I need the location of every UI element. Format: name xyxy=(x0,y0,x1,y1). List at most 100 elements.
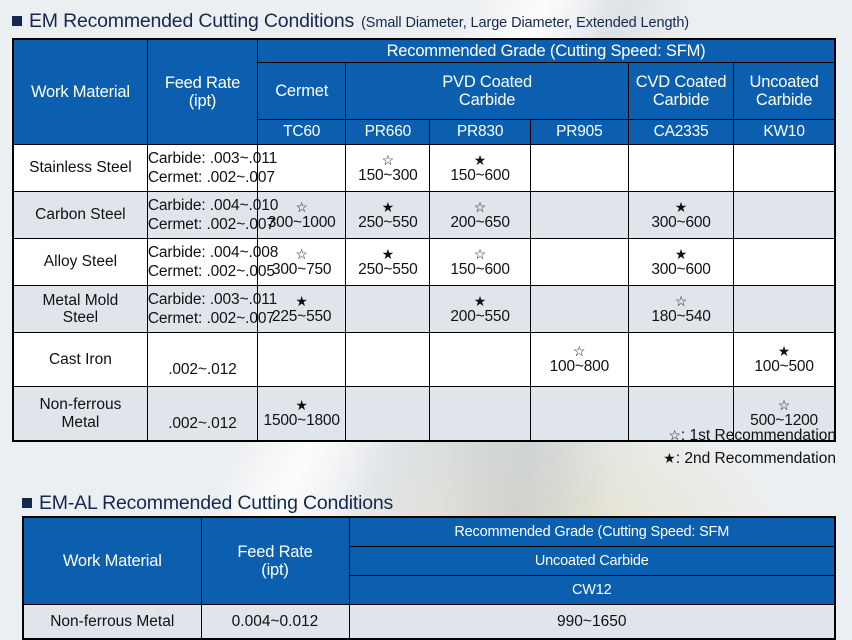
speed-range-value: 1500~1800 xyxy=(263,412,340,430)
cell-pr830-metal-mold-steel: ★ 200~550 xyxy=(429,285,531,333)
cell-pr905-stainless-steel xyxy=(529,144,629,192)
cvd-line1: CVD Coated xyxy=(635,72,727,91)
col-header-grade-pr905: PR905 xyxy=(529,119,629,145)
feed-rate-label: Feed Rate xyxy=(164,73,241,92)
cell-kw10-metal-mold-steel xyxy=(733,285,836,333)
col-header-feed-rate-2: Feed Rate (ipt) xyxy=(200,516,350,605)
speed-range-value: 300~600 xyxy=(651,213,711,231)
speed-range-value: 250~550 xyxy=(358,213,418,231)
feed-line-2: Cermet: .002~.007 xyxy=(147,169,275,186)
cell-pr660-alloy-steel: ★ 250~550 xyxy=(345,238,431,286)
section1-title-main: EM Recommended Cutting Conditions xyxy=(29,10,355,32)
filled-star-icon: ★ xyxy=(777,343,791,360)
cell-material-non-ferrous-metal: Non-ferrous Metal xyxy=(22,604,202,640)
speed-range-value: 100~500 xyxy=(754,358,814,376)
cell-kw10-alloy-steel xyxy=(733,238,836,286)
feed-line-2: Cermet: .002~.007 xyxy=(147,216,275,233)
section2-title-main: EM-AL Recommended Cutting Conditions xyxy=(39,492,394,514)
cell-material-cast-iron: Cast Iron xyxy=(12,332,148,387)
filled-star-icon: ★ xyxy=(473,292,487,309)
speed-range-value: 225~550 xyxy=(271,307,332,325)
speed-range-value: 150~600 xyxy=(450,166,510,184)
cell-feed-rate-cast-iron: .002~.012 xyxy=(146,332,259,387)
cell-pr905-metal-mold-steel xyxy=(529,285,629,333)
cell-kw10-stainless-steel xyxy=(733,144,836,192)
table1-head: Work Material Feed Rate (ipt) Recommende… xyxy=(12,38,836,145)
table-row: Alloy Steel Carbide: .004~.008 Cermet: .00… xyxy=(12,238,836,286)
table2-body: Non-ferrous Metal 0.004~0.012 990~1650 xyxy=(22,604,836,640)
col-header-cermet: Cermet xyxy=(257,62,347,120)
col-header-recommended-grade: Recommended Grade (Cutting Speed: SFM) xyxy=(257,38,836,63)
rating-cell: ☆ 200~650 xyxy=(430,199,529,231)
legend-text-1st: : 1st Recommendation xyxy=(680,427,836,444)
cell-material-stainless-steel: Stainless Steel xyxy=(12,144,148,192)
speed-range-value: 300~600 xyxy=(651,260,711,278)
rating-cell: ★ 250~550 xyxy=(346,199,429,231)
section1-title-sub: (Small Diameter, Large Diameter, Extende… xyxy=(361,15,690,31)
hollow-star-icon: ☆ xyxy=(381,151,395,168)
col-header-uncoated-carbide-2: Uncoated Carbide xyxy=(348,546,836,576)
table1-header-row-1: Work Material Feed Rate (ipt) Recommende… xyxy=(12,38,836,145)
filled-star-icon: ★ xyxy=(674,198,688,215)
cell-ca2335-metal-mold-steel: ☆ 180~540 xyxy=(627,285,735,333)
speed-range-value: 300~750 xyxy=(271,260,332,278)
cell-pr660-cast-iron xyxy=(345,332,431,387)
speed-range-value: 150~300 xyxy=(358,166,418,184)
hollow-star-icon: ☆ xyxy=(473,198,487,215)
filled-star-icon: ★ xyxy=(381,245,395,262)
cell-feed-rate-carbon-steel: Carbide: .004~.010 Cermet: .002~.007 xyxy=(146,191,278,239)
em-cutting-conditions-table: Work Material Feed Rate (ipt) Recommende… xyxy=(12,38,836,442)
col-header-uncoated-carbide: Uncoated Carbide xyxy=(733,62,836,120)
rating-cell: ☆ 100~800 xyxy=(531,343,628,375)
hollow-star-icon: ☆ xyxy=(777,397,791,414)
filled-star-icon: ★ xyxy=(473,151,487,168)
cell-cw12-non-ferrous-metal: 990~1650 xyxy=(348,604,836,640)
cvd-line2: Carbide xyxy=(652,91,710,109)
rating-cell: ★ 1500~1800 xyxy=(258,397,345,429)
col-header-recommended-grade-2: Recommended Grade (Cutting Speed: SFM xyxy=(348,516,836,547)
feed-line-1: Carbide: .003~.011 xyxy=(147,290,278,308)
cell-tc60-cast-iron xyxy=(257,332,347,387)
material-line2: Steel xyxy=(62,309,99,326)
cell-pr830-stainless-steel: ★ 150~600 xyxy=(429,144,531,192)
cell-feed-rate-stainless-steel: Carbide: .003~.011 Cermet: .002~.007 xyxy=(146,144,277,192)
speed-range-value: 200~550 xyxy=(450,307,510,325)
cell-ca2335-cast-iron xyxy=(627,332,735,387)
col-header-grade-kw10: KW10 xyxy=(733,119,836,145)
cell-kw10-carbon-steel xyxy=(733,191,836,239)
table-row: Metal Mold Steel Carbide: .003~.011 Cermet:… xyxy=(12,285,836,333)
col-header-work-material: Work Material xyxy=(12,38,148,145)
cell-pr830-non-ferrous-metal xyxy=(429,386,531,442)
cell-pr830-carbon-steel: ☆ 200~650 xyxy=(429,191,531,239)
cell-pr660-carbon-steel: ★ 250~550 xyxy=(345,191,431,239)
rating-cell: ☆ 180~540 xyxy=(629,293,733,325)
speed-range-value: 200~650 xyxy=(450,213,510,231)
col-header-cvd-coated-carbide: CVD Coated Carbide xyxy=(627,62,735,120)
speed-range-value: 180~540 xyxy=(651,307,711,325)
col-header-grade-pr830: PR830 xyxy=(429,119,531,145)
cell-material-metal-mold-steel: Metal Mold Steel xyxy=(12,285,148,333)
cell-ca2335-carbon-steel: ★ 300~600 xyxy=(627,191,735,239)
hollow-star-icon: ☆ xyxy=(674,292,688,309)
col-header-grade-cw12: CW12 xyxy=(348,575,836,605)
cell-pr660-stainless-steel: ☆ 150~300 xyxy=(345,144,431,192)
bullet-square-icon-2 xyxy=(22,498,32,508)
feed-line-2: Cermet: .002~.007 xyxy=(147,310,275,327)
legend-item-1st: ☆: 1st Recommendation xyxy=(663,424,836,447)
legend: ☆: 1st Recommendation ★: 2nd Recommendat… xyxy=(663,424,836,471)
feed-line-2: Cermet: .002~.005 xyxy=(147,263,275,280)
cell-pr830-alloy-steel: ☆ 150~600 xyxy=(429,238,531,286)
speed-range-value: 250~550 xyxy=(358,260,418,278)
hollow-star-icon: ☆ xyxy=(473,245,487,262)
feed-rate-label-2: Feed Rate xyxy=(237,542,313,561)
cell-ca2335-alloy-steel: ★ 300~600 xyxy=(627,238,735,286)
cell-pr660-non-ferrous-metal xyxy=(345,386,431,442)
hollow-star-icon: ☆ xyxy=(668,427,681,443)
cell-feed-rate-non-ferrous-metal: .002~.012 xyxy=(146,386,259,442)
cell-material-alloy-steel: Alloy Steel xyxy=(12,238,148,286)
cell-feed-rate-alloy-steel: Carbide: .004~.008 Cermet: .002~.005 xyxy=(146,238,278,286)
filled-star-icon: ★ xyxy=(295,397,308,414)
cell-pr905-cast-iron: ☆ 100~800 xyxy=(529,332,629,387)
em-al-cutting-conditions-table: Work Material Feed Rate (ipt) Recommende… xyxy=(22,516,836,640)
rating-cell: ☆ 150~600 xyxy=(430,246,529,278)
